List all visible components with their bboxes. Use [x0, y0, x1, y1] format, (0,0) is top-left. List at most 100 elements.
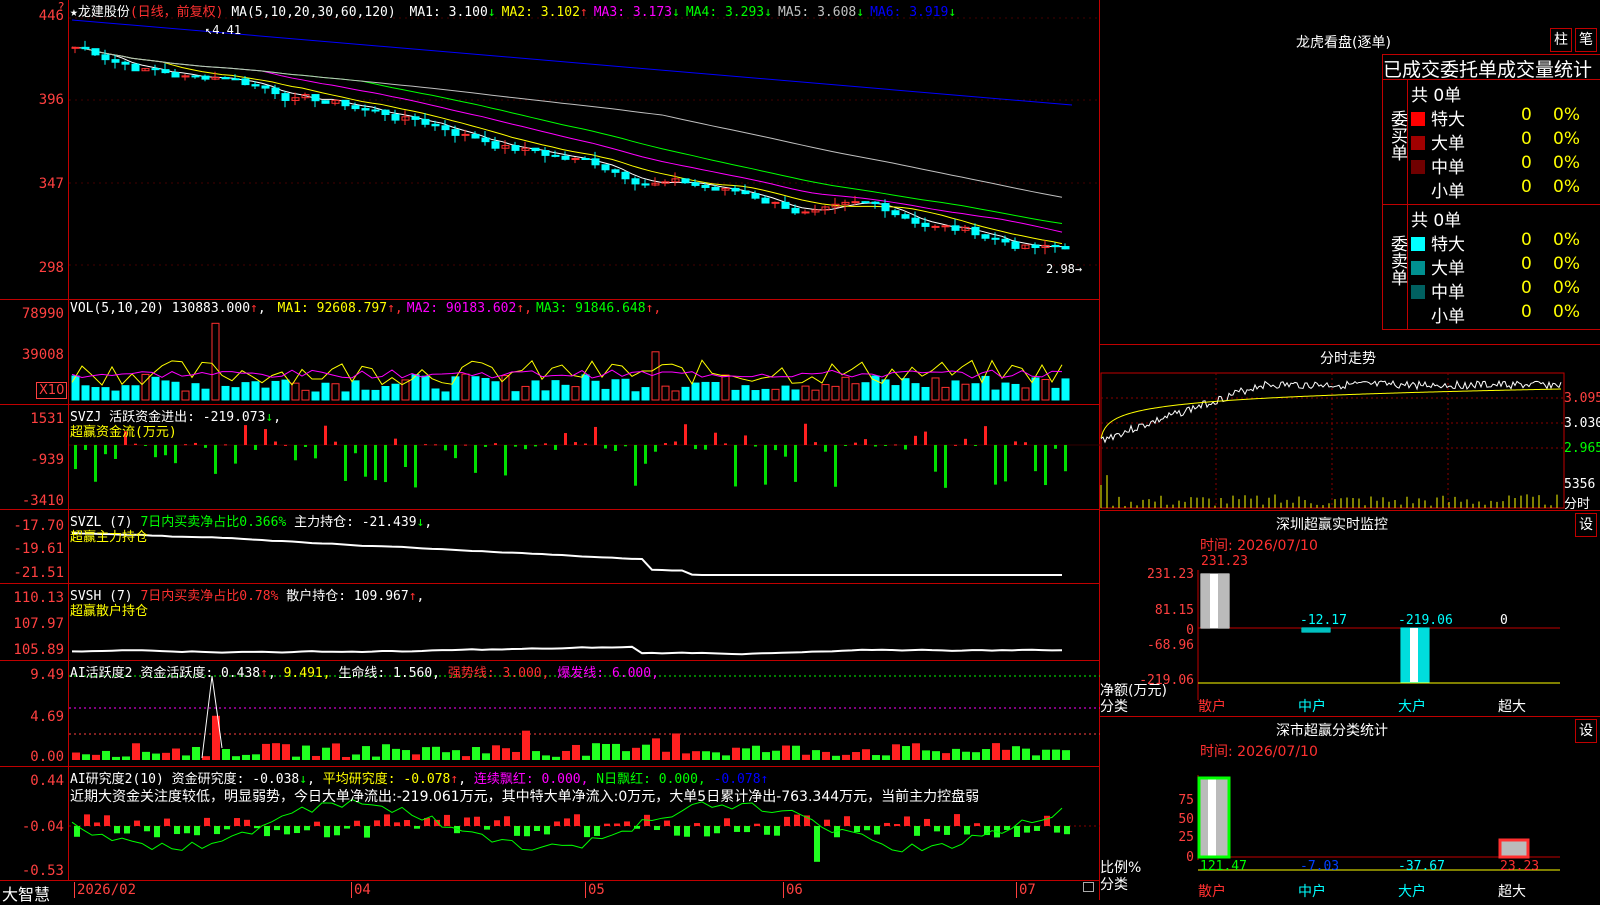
color-swatch	[1411, 285, 1425, 299]
ma-value: MA4: 3.293	[685, 5, 765, 20]
order-type: 小单	[1431, 307, 1465, 327]
svsh-hold: 散户持仓: 109.967	[286, 589, 409, 604]
order-type: 大单	[1431, 259, 1465, 279]
settings-button[interactable]: 设	[1575, 513, 1597, 537]
ai1-strong: 强势线: 3.000,	[447, 666, 550, 681]
order-type: 中单	[1431, 283, 1465, 303]
sell-block: 委卖单 共 0单 特大 0 0% 大单 0 0% 中单 0 0% 小单 0 0%	[1382, 205, 1600, 330]
fenshi-y-tick: 3.095	[1564, 391, 1600, 406]
order-count: 0	[1521, 254, 1532, 274]
ai2-avg: 平均研究度: -0.078	[322, 772, 451, 787]
buy-total: 共 0单	[1411, 86, 1462, 106]
sstj-cat-label: 分类	[1100, 877, 1128, 893]
order-pct: 0%	[1553, 129, 1580, 149]
vol-label: VOL(5,10,20)	[70, 301, 164, 316]
order-pct: 0%	[1553, 153, 1580, 173]
vol-value: 130883.000	[171, 301, 251, 316]
order-row: 中单 0 0%	[1411, 153, 1600, 178]
x-axis: 大智慧 2026/02 04 05 06 07	[0, 881, 1100, 904]
lhb-panel[interactable]: 龙虎看盘(逐单) 柱 笔 已成交委托单成交量统计 委买单 共 0单 特大 0 0% 大…	[1100, 0, 1600, 345]
szjk-title: 深圳超赢实时监控	[1276, 517, 1388, 533]
order-type: 特大	[1431, 235, 1465, 255]
color-swatch	[1411, 160, 1425, 174]
ai1-v2: 9.491,	[283, 666, 331, 681]
ai1-label: AI活跃度2	[70, 666, 133, 681]
order-row: 大单 0 0%	[1411, 129, 1600, 154]
ai2-comment: 近期大资金关注度较低，明显弱势，今日大单净流出:-219.061万元，其中特大单…	[70, 789, 980, 805]
indicator-charts	[69, 17, 1100, 862]
ma-params: MA(5,10,20,30,60,120)	[231, 5, 396, 20]
fenshi-title: 分时走势	[1320, 351, 1376, 367]
color-swatch	[1411, 237, 1425, 251]
ma-value: MA1: 3.100	[409, 5, 488, 20]
color-swatch	[1411, 309, 1425, 323]
bar-mode-button[interactable]: 柱	[1550, 28, 1572, 52]
sell-side-label: 委卖单	[1383, 205, 1408, 329]
ai1-header: AI活跃度2 资金活跃度: 0.438↑, 9.491, 生命线: 1.560,…	[70, 666, 659, 681]
sstj-panel[interactable]: 深市超赢分类统计 设 时间: 2026/07/10 比例% 分类	[1100, 717, 1600, 900]
high-marker: ↖4.41	[205, 23, 242, 37]
order-pct: 0%	[1553, 278, 1580, 298]
x-tick: 07	[1016, 882, 1036, 898]
ai2-nday: N日飘红: 0.000,	[596, 772, 706, 787]
order-row: 特大 0 0%	[1411, 230, 1600, 255]
order-count: 0	[1521, 153, 1532, 173]
fenshi-y-tick: 3.030	[1564, 416, 1600, 431]
order-row: 小单 0 0%	[1411, 302, 1600, 327]
vol-ma-value: MA3: 91846.648	[535, 301, 646, 316]
ma-arrow: ↓	[764, 5, 772, 20]
vol-header: VOL(5,10,20) 130883.000↑, MA1: 92608.797…	[70, 301, 662, 316]
fenshi-y-tick: 2.965	[1564, 441, 1600, 456]
ma-value: MA2: 3.102	[501, 5, 580, 20]
svzl-sub: 超赢主力持仓	[70, 530, 149, 545]
settings-button[interactable]: 设	[1575, 719, 1597, 743]
order-row: 中单 0 0%	[1411, 278, 1600, 303]
ma-arrow: ↓	[487, 5, 496, 20]
color-swatch	[1411, 261, 1425, 275]
ma-value: MA5: 3.608	[777, 5, 857, 20]
svzj-value: -219.073	[202, 410, 266, 425]
stock-name[interactable]: ★龙建股份	[70, 5, 130, 20]
svzj-sub: 超赢资金流(万元)	[70, 425, 177, 440]
vol-ma-value: MA2: 90183.602	[406, 301, 517, 316]
sstj-title: 深市超赢分类统计	[1276, 723, 1388, 739]
buy-block: 委买单 共 0单 特大 0 0% 大单 0 0% 中单 0 0% 小单 0 0%	[1382, 80, 1600, 205]
period-label[interactable]: (日线，前复权)	[130, 5, 224, 20]
color-swatch	[1411, 112, 1425, 126]
order-type: 大单	[1431, 134, 1465, 154]
lock-icon[interactable]	[1083, 882, 1094, 892]
order-pct: 0%	[1553, 254, 1580, 274]
order-count: 0	[1521, 129, 1532, 149]
x-tick: 05	[585, 882, 605, 898]
order-row: 大单 0 0%	[1411, 254, 1600, 279]
ma-arrow: ↓	[672, 5, 680, 20]
szjk-cat-label: 分类	[1100, 699, 1128, 715]
ai1-life: 生命线: 1.560,	[338, 666, 441, 681]
szjk-time: 时间: 2026/07/10	[1200, 538, 1318, 554]
order-count: 0	[1521, 230, 1532, 250]
ma-value: MA6: 3.919	[870, 5, 949, 20]
svsh-sub: 超赢散户持仓	[70, 604, 149, 619]
color-swatch	[1411, 136, 1425, 150]
order-pct: 0%	[1553, 177, 1580, 197]
color-swatch	[1411, 184, 1425, 198]
order-count: 0	[1521, 105, 1532, 125]
x-tick: 04	[351, 882, 371, 898]
order-pct: 0%	[1553, 105, 1580, 125]
lhb-title: 龙虎看盘(逐单)	[1296, 35, 1391, 51]
order-count: 0	[1521, 302, 1532, 322]
order-type: 中单	[1431, 158, 1465, 178]
tick-mode-button[interactable]: 笔	[1575, 28, 1597, 52]
brand-logo[interactable]: 大智慧	[2, 881, 50, 905]
fenshi-vol-label: 分时	[1564, 497, 1591, 512]
fenshi-panel[interactable]: 分时走势 3.095 3.030 2.965 5356 分时	[1100, 345, 1600, 512]
low-marker: 2.98→	[1046, 262, 1083, 276]
ai2-cont: 连续飘红: 0.000,	[473, 772, 589, 787]
order-row: 特大 0 0%	[1411, 105, 1600, 130]
ai2-research: 资金研究度: -0.038	[171, 772, 300, 787]
order-type: 特大	[1431, 110, 1465, 130]
ai2-last: -0.078	[713, 772, 761, 787]
szjk-panel[interactable]: 深圳超赢实时监控 设 时间: 2026/07/10 净额(万元) 分类	[1100, 511, 1600, 717]
lhb-header: 已成交委托单成交量统计	[1382, 54, 1600, 80]
vol-ma-value: MA1: 92608.797	[277, 301, 388, 316]
